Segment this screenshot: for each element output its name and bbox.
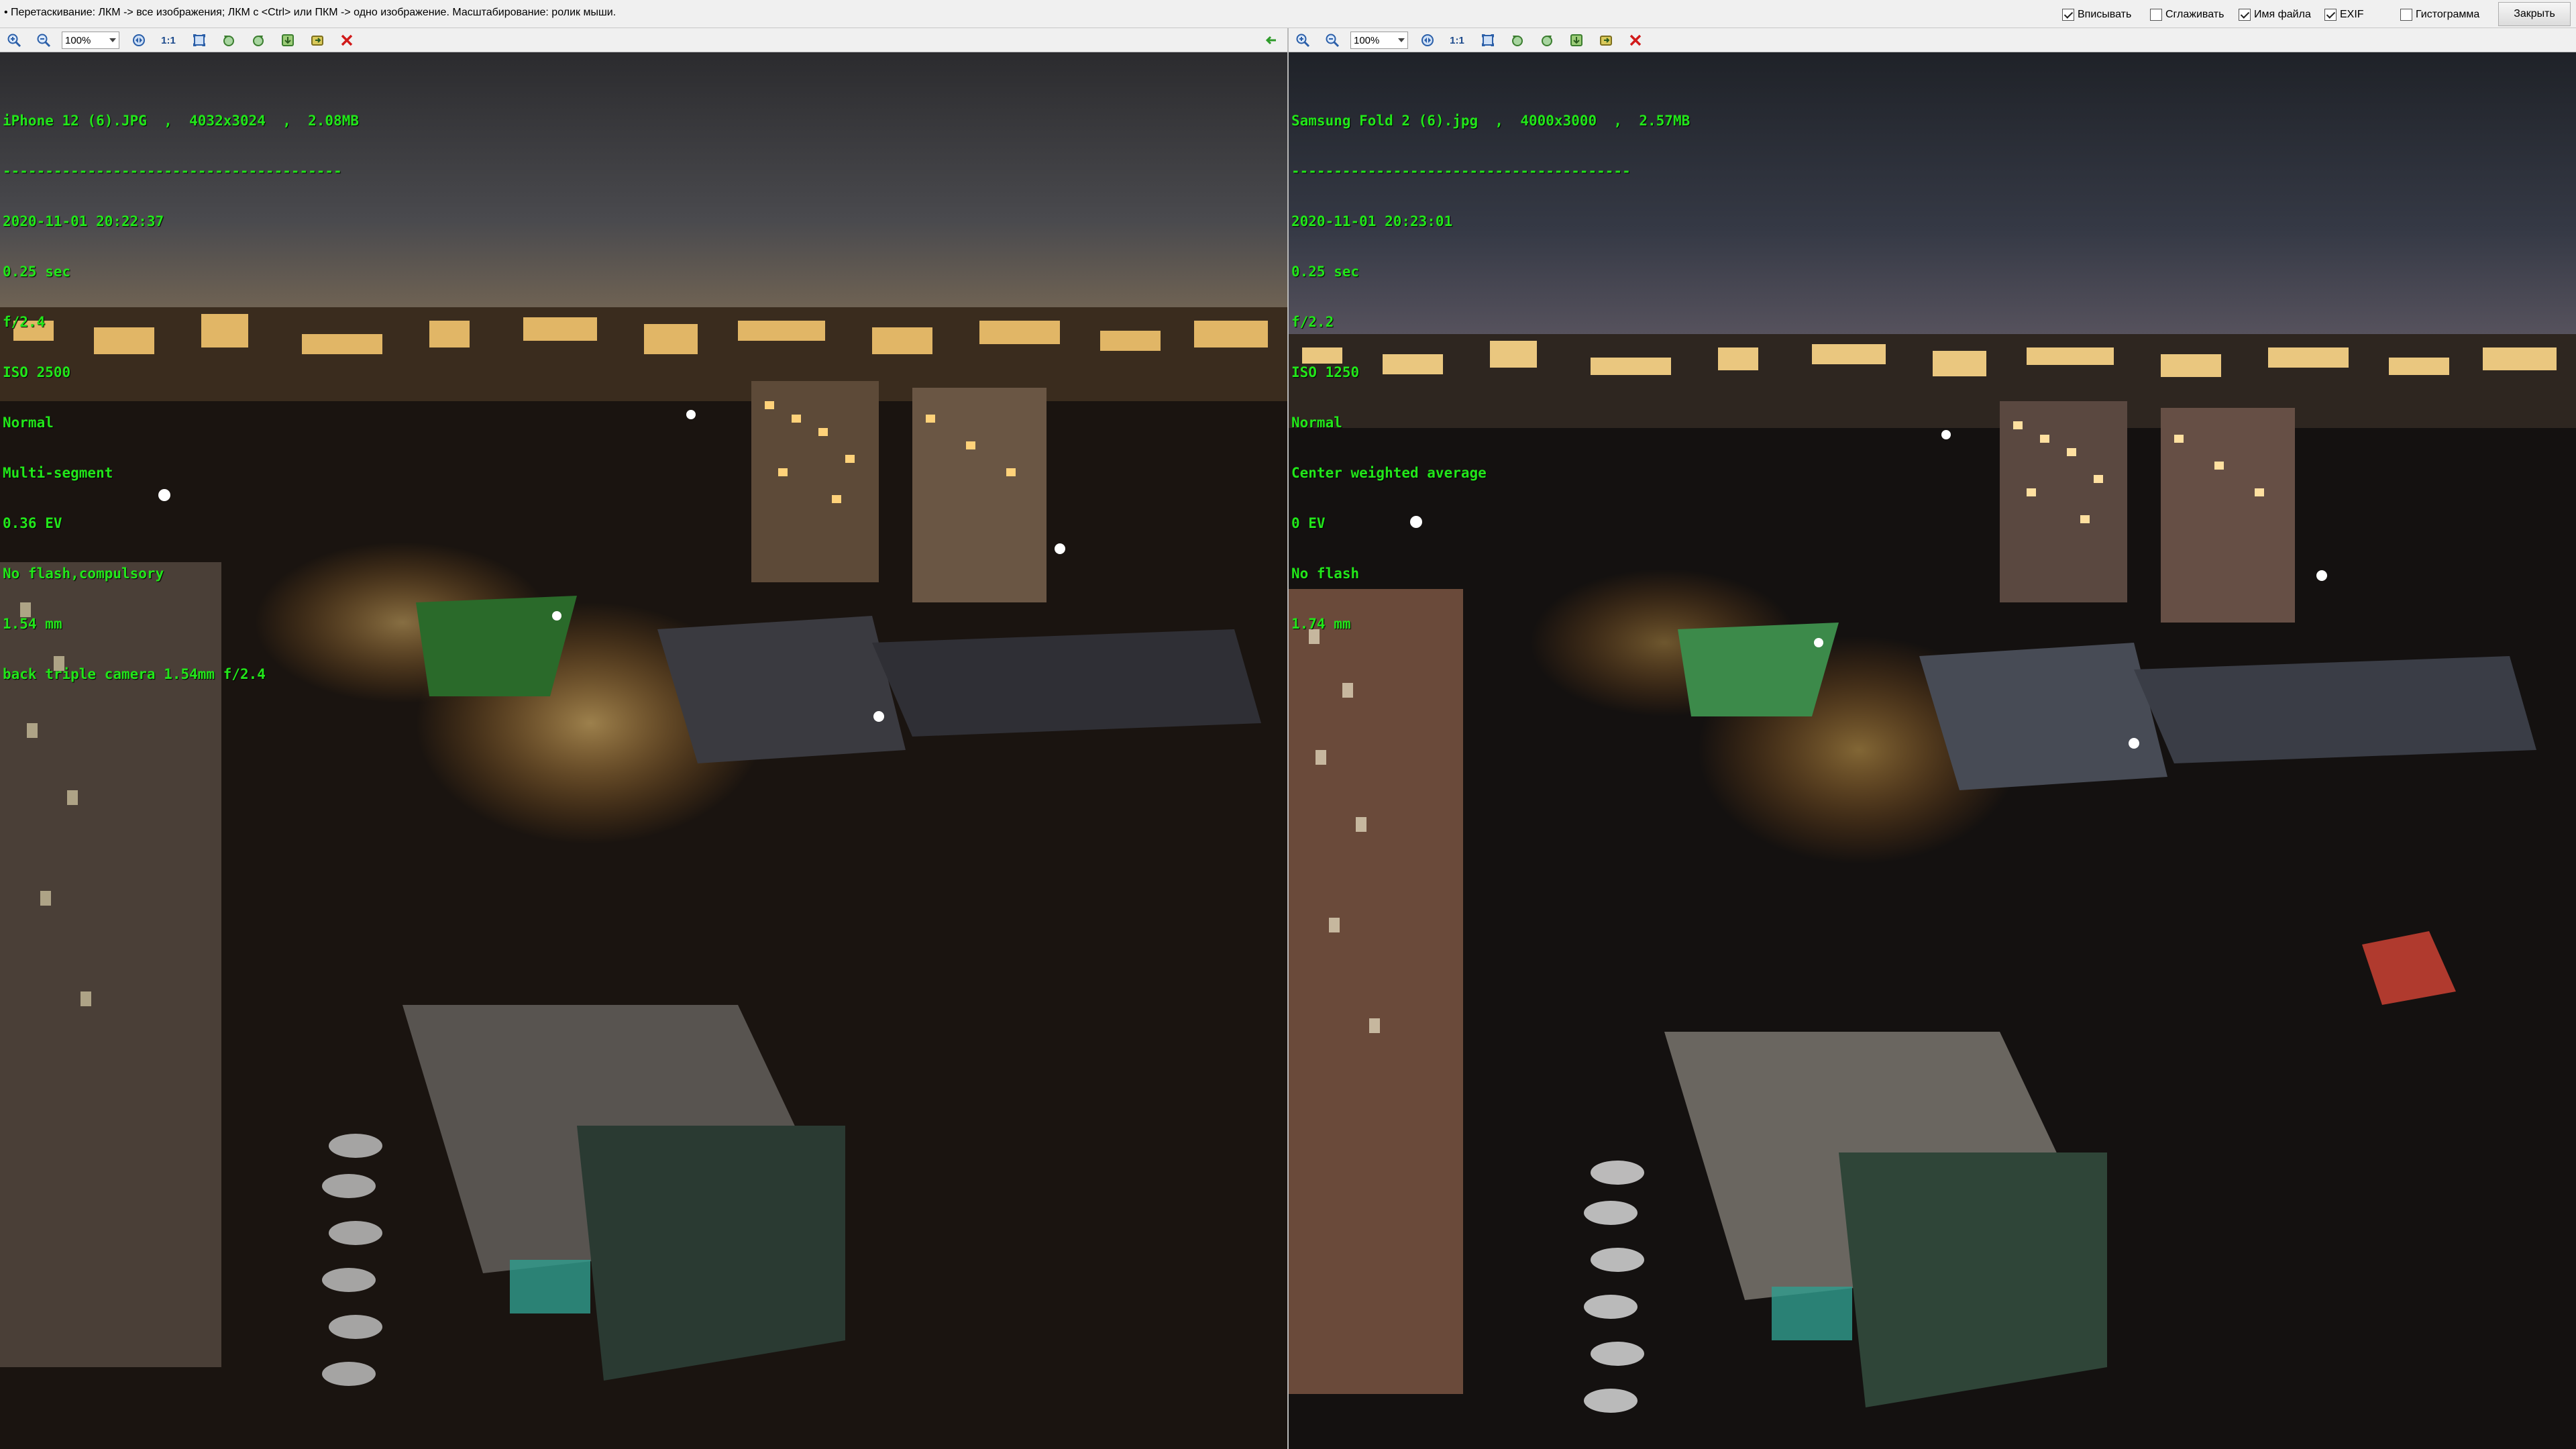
exif-checkbox[interactable]: EXIF (2324, 7, 2364, 22)
filename-info: Samsung Fold 2 (6).jpg , 4000x3000 , 2.5… (1291, 113, 1690, 129)
fit-window-icon[interactable] (191, 32, 208, 49)
checkbox-box[interactable] (2324, 9, 2337, 21)
exif-ev: 0 EV (1291, 515, 1326, 531)
actual-size-button[interactable]: 1:1 (1448, 32, 1466, 49)
exif-overlay: Samsung Fold 2 (6).jpg , 4000x3000 , 2.5… (1291, 79, 1690, 666)
fit-arrows-icon[interactable] (1419, 32, 1436, 49)
close-image-icon[interactable] (1627, 32, 1644, 49)
fit-window-icon[interactable] (1479, 32, 1497, 49)
zoom-select[interactable]: 100% (62, 32, 119, 49)
zoom-in-icon[interactable] (5, 32, 23, 49)
export-icon[interactable] (1597, 32, 1615, 49)
exif-program: Normal (3, 415, 54, 431)
exif-separator: ---------------------------------------- (3, 163, 342, 179)
checkbox-box[interactable] (2239, 9, 2251, 21)
zoom-out-icon[interactable] (1324, 32, 1341, 49)
filename-checkbox[interactable]: Имя файла (2239, 7, 2311, 22)
checkbox-label: EXIF (2340, 9, 2364, 20)
checkbox-label: Вписывать (2078, 9, 2132, 20)
checkbox-box[interactable] (2150, 9, 2162, 21)
usage-hint: • Перетаскивание: ЛКМ -> все изображения… (4, 7, 616, 18)
save-icon[interactable] (1568, 32, 1585, 49)
right-image-pane[interactable]: 100% 1:1 Samsung Fold 2 (6).jpg , 4000x3… (1289, 28, 2576, 1449)
checkbox-box[interactable] (2400, 9, 2412, 21)
rotate-right-icon[interactable] (250, 32, 267, 49)
exif-lens: back triple camera 1.54mm f/2.4 (3, 666, 266, 682)
right-toolbar: 100% 1:1 (1289, 28, 2576, 52)
checkbox-label: Имя файла (2254, 9, 2311, 20)
left-toolbar: 100% 1:1 (0, 28, 1287, 52)
zoom-in-icon[interactable] (1294, 32, 1311, 49)
rotate-left-icon[interactable] (1509, 32, 1526, 49)
exif-exposure: 0.25 sec (1291, 264, 1360, 280)
exif-datetime: 2020-11-01 20:22:37 (3, 213, 164, 229)
checkbox-label: Сглаживать (2165, 9, 2224, 20)
top-bar: • Перетаскивание: ЛКМ -> все изображения… (0, 0, 2576, 28)
chevron-down-icon (109, 38, 116, 42)
exif-iso: ISO 1250 (1291, 364, 1360, 380)
exif-program: Normal (1291, 415, 1342, 431)
exif-aperture: f/2.2 (1291, 314, 1334, 330)
zoom-value: 100% (65, 34, 91, 46)
smooth-checkbox[interactable]: Сглаживать (2150, 7, 2224, 22)
photo-iphone-night-city[interactable]: iPhone 12 (6).JPG , 4032x3024 , 2.08MB -… (0, 52, 1287, 1449)
exif-metering: Multi-segment (3, 465, 113, 481)
rotate-right-icon[interactable] (1538, 32, 1556, 49)
exif-exposure: 0.25 sec (3, 264, 71, 280)
exif-ev: 0.36 EV (3, 515, 62, 531)
histogram-checkbox[interactable]: Гистограмма (2400, 7, 2479, 22)
exif-aperture: f/2.4 (3, 314, 46, 330)
close-button[interactable]: Закрыть (2498, 2, 2571, 26)
rotate-left-icon[interactable] (220, 32, 237, 49)
zoom-value: 100% (1354, 34, 1380, 46)
actual-size-button[interactable]: 1:1 (160, 32, 177, 49)
chevron-down-icon (1398, 38, 1405, 42)
exif-focal: 1.54 mm (3, 616, 62, 632)
checkbox-box[interactable] (2062, 9, 2074, 21)
zoom-out-icon[interactable] (35, 32, 52, 49)
sync-arrow-icon[interactable] (1263, 32, 1280, 49)
exif-datetime: 2020-11-01 20:23:01 (1291, 213, 1453, 229)
exif-metering: Center weighted average (1291, 465, 1487, 481)
exif-flash: No flash (1291, 566, 1360, 582)
zoom-select[interactable]: 100% (1350, 32, 1408, 49)
exif-flash: No flash,compulsory (3, 566, 164, 582)
fit-checkbox[interactable]: Вписывать (2062, 7, 2131, 22)
close-image-icon[interactable] (338, 32, 356, 49)
photo-samsung-night-city[interactable]: Samsung Fold 2 (6).jpg , 4000x3000 , 2.5… (1289, 52, 2576, 1449)
exif-overlay: iPhone 12 (6).JPG , 4032x3024 , 2.08MB -… (3, 79, 359, 716)
exif-separator: ---------------------------------------- (1291, 163, 1631, 179)
checkbox-label: Гистограмма (2416, 9, 2480, 20)
export-icon[interactable] (309, 32, 326, 49)
left-image-pane[interactable]: 100% 1:1 iPhone 12 (6).JPG , 4032x3024 ,… (0, 28, 1287, 1449)
save-icon[interactable] (279, 32, 297, 49)
filename-info: iPhone 12 (6).JPG , 4032x3024 , 2.08MB (3, 113, 360, 129)
exif-iso: ISO 2500 (3, 364, 71, 380)
exif-focal: 1.74 mm (1291, 616, 1351, 632)
fit-arrows-icon[interactable] (130, 32, 148, 49)
